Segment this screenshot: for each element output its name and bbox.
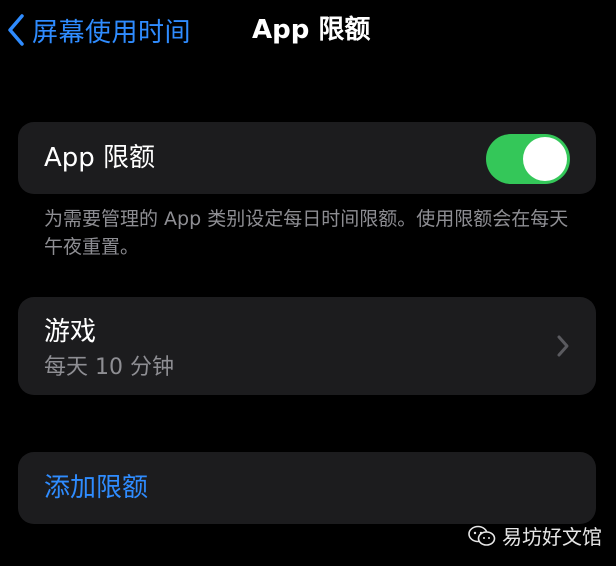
app-limits-footer-note: 为需要管理的 App 类别设定每日时间限额。使用限额会在每天午夜重置。: [44, 208, 569, 258]
limit-item-games[interactable]: 游戏 每天 10 分钟: [18, 297, 596, 395]
chevron-left-icon: [8, 14, 24, 46]
app-limits-toggle-row: App 限额: [18, 122, 596, 194]
limit-item-title: 游戏: [44, 317, 97, 347]
app-limits-switch[interactable]: [486, 134, 570, 184]
add-limit-button[interactable]: 添加限额: [18, 452, 596, 524]
nav-back-button[interactable]: 屏幕使用时间: [6, 10, 191, 50]
page-title: App 限额: [252, 15, 371, 45]
limit-item-subtitle: 每天 10 分钟: [44, 355, 174, 380]
watermark-text: 易坊好文馆: [502, 525, 602, 549]
wechat-icon: [468, 525, 496, 546]
chevron-right-icon: [557, 335, 569, 357]
watermark: 易坊好文馆: [468, 521, 602, 550]
app-limits-toggle-label: App 限额: [44, 143, 156, 173]
switch-knob: [523, 137, 567, 181]
nav-back-label: 屏幕使用时间: [32, 17, 192, 48]
add-limit-label: 添加限额: [44, 473, 149, 503]
